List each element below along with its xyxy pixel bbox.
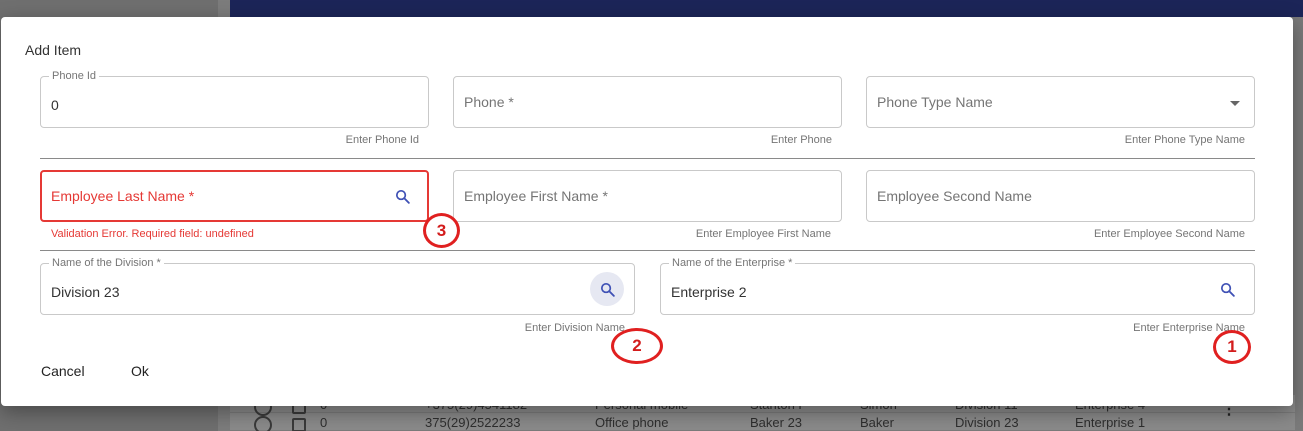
cell-id: 0 bbox=[320, 415, 328, 430]
search-icon[interactable] bbox=[1210, 272, 1244, 306]
phone-id-field[interactable]: Phone Id 0 bbox=[40, 70, 429, 128]
ok-button[interactable]: Ok bbox=[131, 363, 149, 379]
row-radio[interactable] bbox=[254, 416, 272, 431]
phone-field[interactable]: Phone * bbox=[453, 76, 842, 128]
division-label: Name of the Division * bbox=[49, 257, 164, 269]
phone-id-value: 0 bbox=[51, 97, 59, 113]
cell-type: Office phone bbox=[595, 415, 669, 430]
employee-last-name-field[interactable]: Employee Last Name * bbox=[40, 170, 429, 222]
annotation-callout-2: 2 bbox=[611, 328, 663, 364]
phone-type-helper: Enter Phone Type Name bbox=[1124, 134, 1245, 146]
enterprise-helper: Enter Enterprise Name bbox=[1133, 322, 1245, 334]
row-divider bbox=[40, 250, 1255, 251]
division-field[interactable]: Name of the Division * Division 23 bbox=[40, 257, 635, 315]
division-value: Division 23 bbox=[51, 284, 120, 300]
phone-helper: Enter Phone bbox=[770, 134, 832, 146]
employee-last-name-placeholder: Employee Last Name * bbox=[51, 188, 195, 204]
phone-id-helper: Enter Phone Id bbox=[345, 134, 419, 146]
employee-second-name-field[interactable]: Employee Second Name bbox=[866, 170, 1255, 222]
cell-last: Baker 23 bbox=[750, 415, 803, 430]
cell-division: Division 23 bbox=[955, 415, 1019, 430]
enterprise-label: Name of the Enterprise * bbox=[669, 257, 796, 269]
phone-type-placeholder: Phone Type Name bbox=[877, 94, 993, 110]
phone-id-label: Phone Id bbox=[49, 70, 100, 82]
employee-first-name-helper: Enter Employee First Name bbox=[695, 228, 831, 240]
enterprise-field[interactable]: Name of the Enterprise * Enterprise 2 bbox=[660, 257, 1255, 315]
search-icon[interactable] bbox=[385, 179, 419, 213]
cancel-button[interactable]: Cancel bbox=[41, 363, 85, 379]
employee-first-name-placeholder: Employee First Name * bbox=[464, 188, 608, 204]
row-divider bbox=[40, 158, 1255, 159]
enterprise-value: Enterprise 2 bbox=[671, 284, 747, 300]
table-row[interactable]: 0 375(29)2522233 Office phone Baker 23 B… bbox=[230, 413, 1295, 431]
cell-phone: 375(29)2522233 bbox=[425, 415, 521, 430]
search-icon[interactable] bbox=[590, 272, 624, 306]
employee-second-name-placeholder: Employee Second Name bbox=[877, 188, 1032, 204]
chevron-down-icon[interactable] bbox=[1230, 101, 1240, 106]
cell-first: Baker bbox=[860, 415, 894, 430]
phone-type-select[interactable]: Phone Type Name bbox=[866, 76, 1255, 128]
employee-last-name-error: Validation Error. Required field: undefi… bbox=[51, 228, 254, 240]
annotation-callout-3: 3 bbox=[423, 213, 460, 248]
cell-enterprise: Enterprise 1 bbox=[1075, 415, 1146, 430]
employee-first-name-field[interactable]: Employee First Name * bbox=[453, 170, 842, 222]
employee-second-name-helper: Enter Employee Second Name bbox=[1093, 228, 1245, 240]
dialog-title: Add Item bbox=[25, 42, 82, 58]
row-checkbox[interactable] bbox=[292, 418, 306, 431]
background-app-header bbox=[230, 0, 1303, 17]
annotation-callout-1: 1 bbox=[1213, 330, 1251, 364]
phone-placeholder: Phone * bbox=[464, 94, 514, 110]
division-helper: Enter Division Name bbox=[524, 322, 625, 334]
